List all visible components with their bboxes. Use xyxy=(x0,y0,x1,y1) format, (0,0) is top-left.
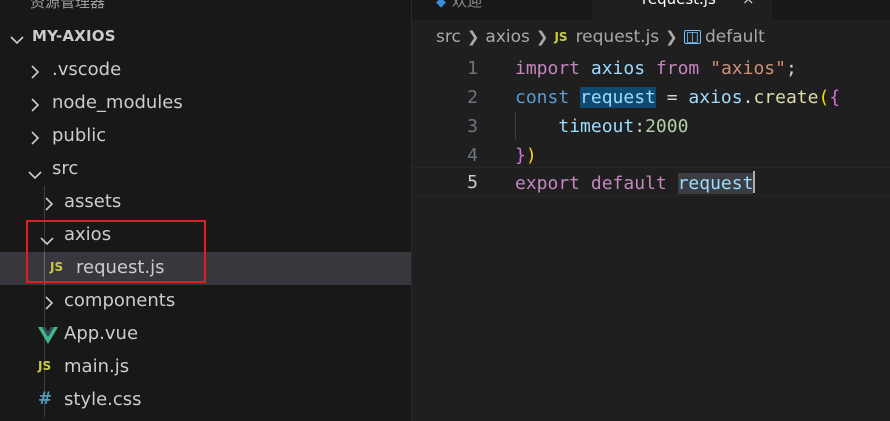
chevron-right-icon xyxy=(30,64,40,83)
code-line: 2 const request = axios.create({ xyxy=(412,83,890,112)
tree-item-main-js[interactable]: JS main.js xyxy=(0,351,411,384)
explorer-title: 资源管理器 xyxy=(30,0,106,11)
tab-welcome[interactable]: ◆ 欢迎 xyxy=(436,0,482,11)
breadcrumb-item-symbol[interactable]: default xyxy=(705,27,765,47)
chevron-right-icon: ❯ xyxy=(665,28,678,46)
code-line: 1 import axios from "axios"; xyxy=(412,54,890,83)
tree-item-label: components xyxy=(64,290,176,311)
tree-item-request-js[interactable]: JS request.js xyxy=(0,252,411,285)
js-file-icon: JS xyxy=(38,359,52,373)
symbol-variable-icon: ◫ xyxy=(683,29,701,45)
breadcrumb-item-src[interactable]: src xyxy=(436,27,461,47)
tree-item-label: .vscode xyxy=(52,59,122,80)
vscode-icon: ◆ xyxy=(436,0,446,10)
chevron-right-icon xyxy=(30,97,40,116)
code-text: const request = axios.create({ xyxy=(515,87,841,108)
close-icon[interactable]: × xyxy=(742,0,755,8)
line-number: 3 xyxy=(467,116,478,137)
editor-area: ◆ 欢迎 request.js × src ❯ axios ❯ JS reques… xyxy=(412,0,890,421)
tree-item-label: node_modules xyxy=(52,92,183,113)
line-number: 4 xyxy=(467,145,478,166)
tree-item-label: axios xyxy=(64,224,112,245)
chevron-right-icon: ❯ xyxy=(535,28,549,46)
tree-item-label: src xyxy=(52,158,79,179)
chevron-down-icon xyxy=(10,30,24,49)
breadcrumb-item-file[interactable]: request.js xyxy=(576,27,660,47)
line-number: 1 xyxy=(467,58,478,79)
chevron-down-icon xyxy=(40,231,54,250)
chevron-down-icon xyxy=(28,165,42,184)
tree-item-axios[interactable]: axios xyxy=(0,219,411,252)
line-number: 2 xyxy=(467,87,478,108)
tab-bar: ◆ 欢迎 request.js × xyxy=(412,0,890,20)
tree-item-components[interactable]: components xyxy=(0,285,411,318)
code-text: export default request xyxy=(515,171,756,194)
js-file-icon: JS xyxy=(50,260,64,274)
explorer-root-folder[interactable]: MY-AXIOS xyxy=(0,22,411,52)
tree-item-label: App.vue xyxy=(64,323,139,344)
code-text: import axios from "axios"; xyxy=(515,58,797,79)
code-line-current: 5 export default request xyxy=(412,167,890,196)
tab-label: request.js xyxy=(642,0,716,8)
tree-item-node-modules[interactable]: node_modules xyxy=(0,87,411,120)
code-text: timeout:2000 xyxy=(558,116,689,137)
tree-item-style-css[interactable]: # style.css xyxy=(0,384,411,417)
code-text: }) xyxy=(515,145,537,166)
line-number: 5 xyxy=(467,172,478,193)
chevron-right-icon xyxy=(44,295,54,314)
code-line: 3 timeout:2000 xyxy=(412,112,890,141)
tree-item-assets[interactable]: assets xyxy=(0,186,411,219)
tab-request-js[interactable]: request.js × xyxy=(592,0,772,20)
code-line: 4 }) xyxy=(412,141,890,170)
vue-icon xyxy=(38,327,58,348)
css-file-icon: # xyxy=(38,389,53,409)
tab-label: 欢迎 xyxy=(452,0,483,10)
chevron-right-icon xyxy=(30,130,40,149)
tree-item-label: main.js xyxy=(64,356,130,377)
chevron-right-icon: ❯ xyxy=(466,28,480,46)
text-cursor xyxy=(753,171,756,193)
tree-item-label: public xyxy=(52,125,107,146)
tree-item-public[interactable]: public xyxy=(0,120,411,153)
tree-item-app-vue[interactable]: App.vue xyxy=(0,318,411,351)
tree-item-vscode[interactable]: .vscode xyxy=(0,54,411,87)
explorer-sidebar: 资源管理器 MY-AXIOS .vscode node_modules publ… xyxy=(0,0,411,421)
tree-item-src[interactable]: src xyxy=(0,153,411,186)
chevron-right-icon xyxy=(44,196,54,215)
breadcrumb: src ❯ axios ❯ JS request.js ❯ ◫ default xyxy=(436,24,765,50)
root-folder-label: MY-AXIOS xyxy=(32,27,116,45)
indent-guide xyxy=(44,252,45,285)
tree-item-label: style.css xyxy=(64,389,142,410)
js-file-icon: JS xyxy=(554,30,568,44)
tree-item-label: assets xyxy=(64,191,122,212)
tree-item-label: request.js xyxy=(76,257,165,278)
breadcrumb-item-axios[interactable]: axios xyxy=(485,27,529,47)
